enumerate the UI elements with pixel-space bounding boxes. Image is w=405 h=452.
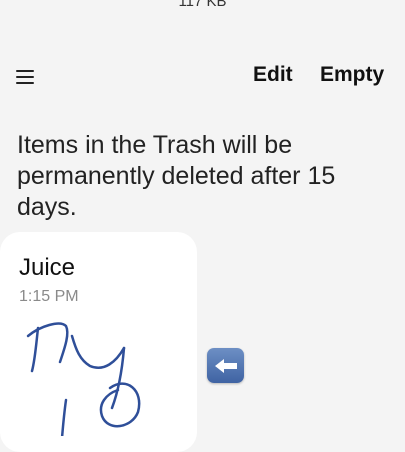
note-time: 1:15 PM [19,288,79,305]
toolbar: Edit Empty [0,58,405,96]
trash-notice: Items in the Trash will be permanently d… [17,131,336,221]
file-size-label: 117 KB [178,0,227,10]
menu-button[interactable] [12,64,38,90]
arrow-left-icon [214,358,237,373]
empty-button[interactable]: Empty [320,63,384,87]
edit-button[interactable]: Edit [253,63,293,87]
handwriting-sketch [26,322,141,436]
note-card[interactable]: Juice 1:15 PM [0,232,197,452]
note-title: Juice [19,254,76,281]
restore-button[interactable] [207,348,244,383]
hamburger-menu-icon [16,70,34,84]
